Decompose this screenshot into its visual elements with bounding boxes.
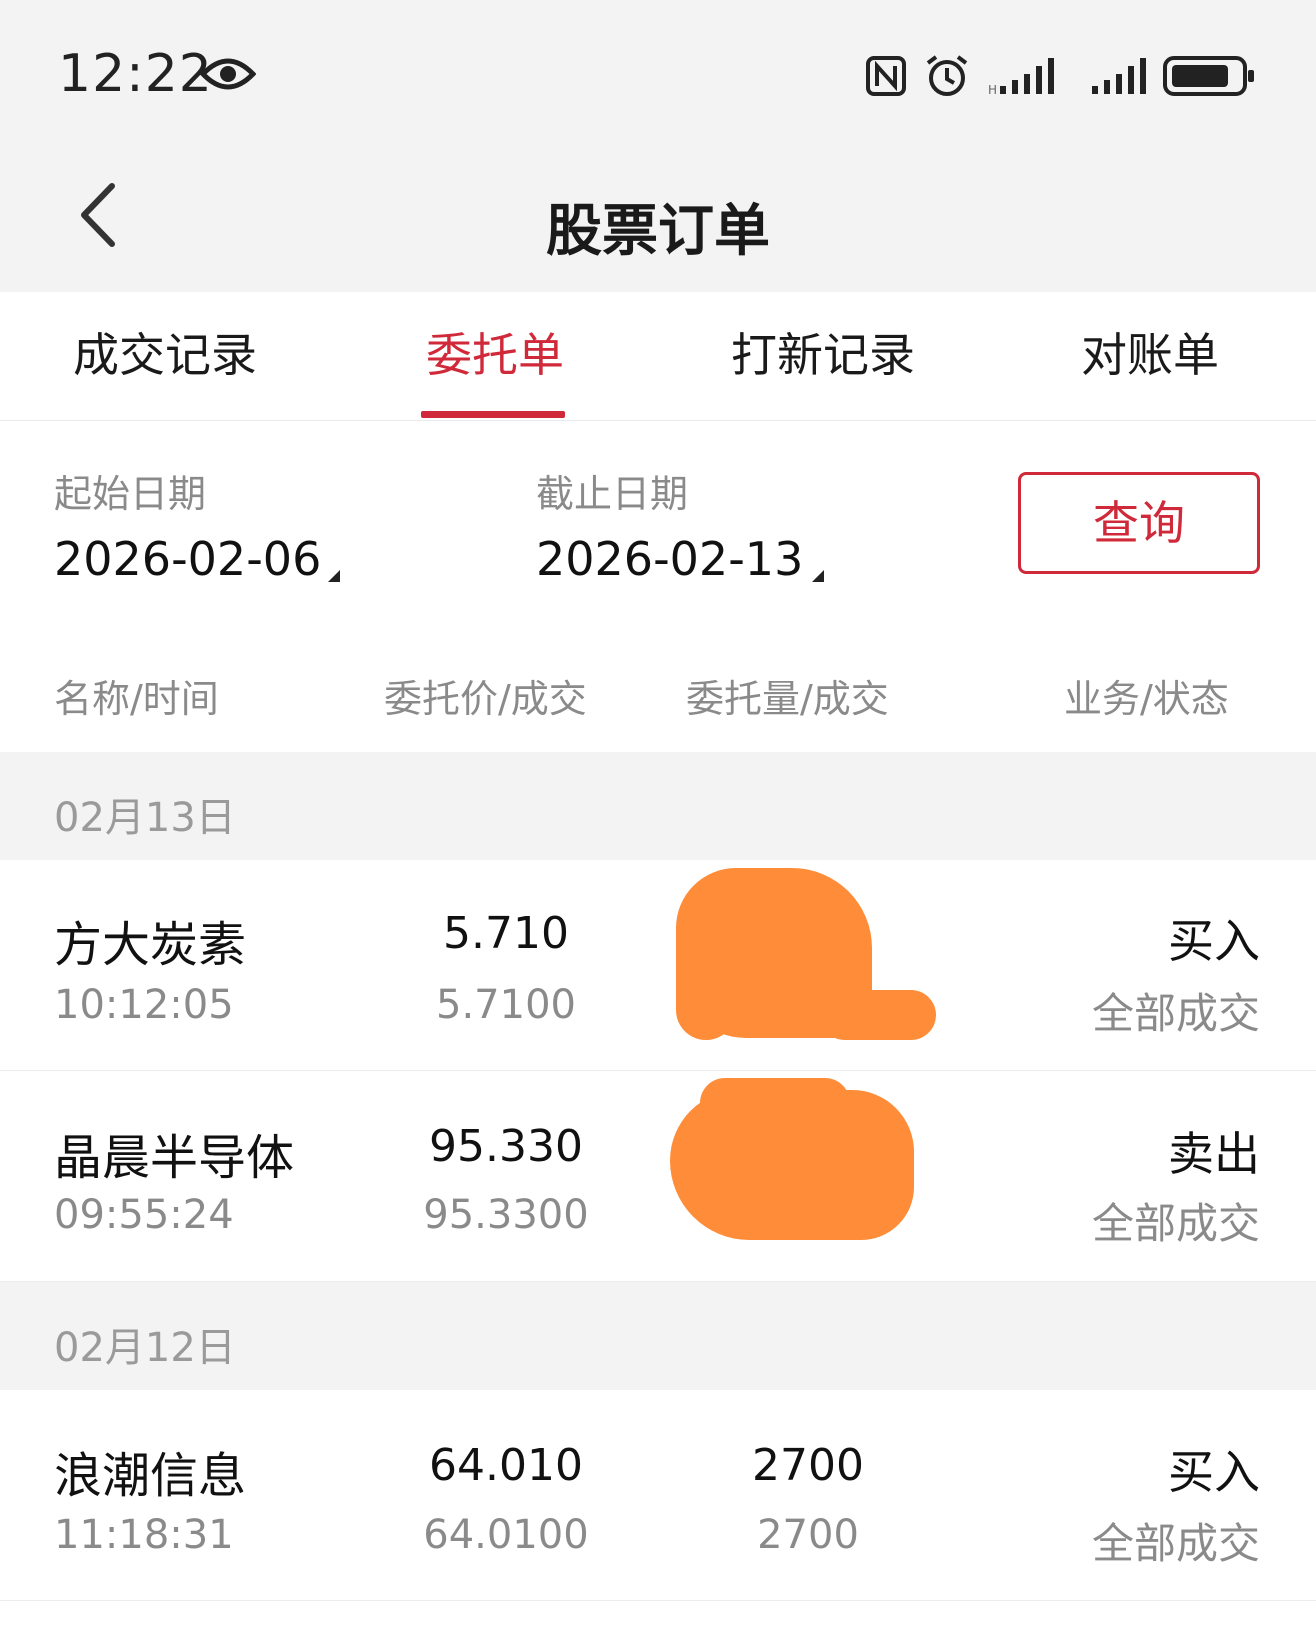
group-date: 02月13日 — [54, 795, 236, 841]
alarm-icon — [926, 55, 968, 96]
nfc-icon — [866, 56, 906, 96]
deal-price: 5.7100 — [436, 982, 576, 1028]
page-title: 股票订单 — [546, 199, 770, 264]
deal-price: 95.3300 — [423, 1192, 589, 1238]
stock-name: 浪潮信息 — [54, 1448, 247, 1504]
order-time: 09:55:24 — [54, 1192, 234, 1238]
order-time: 11:18:31 — [54, 1512, 234, 1558]
tab-trade-records[interactable]: 成交记录 — [50, 325, 280, 385]
stock-name: 方大炭素 — [54, 917, 247, 973]
order-status: 全部成交 — [1091, 1519, 1260, 1568]
group-date: 02月12日 — [54, 1325, 236, 1371]
dropdown-corner-icon — [328, 570, 340, 582]
order-type: 卖出 — [1168, 1127, 1260, 1181]
tab-entrust-orders[interactable]: 委托单 — [405, 325, 585, 385]
deal-quantity: 2700 — [757, 1512, 859, 1558]
battery-icon — [1163, 56, 1254, 96]
end-date-label: 截止日期 — [536, 472, 689, 516]
order-status: 全部成交 — [1091, 989, 1260, 1038]
signal-strength-icon-2 — [1092, 58, 1146, 94]
column-header-quantity: 委托量/成交 — [686, 677, 889, 721]
entrust-price: 5.710 — [443, 908, 569, 959]
dropdown-corner-icon — [812, 570, 824, 582]
eye-icon — [200, 58, 256, 90]
entrust-quantity: 2700 — [752, 1440, 864, 1491]
query-button[interactable]: 查询 — [1018, 472, 1260, 574]
redaction-scribble — [820, 990, 936, 1040]
entrust-price: 95.330 — [429, 1121, 583, 1172]
active-tab-indicator — [421, 411, 565, 418]
tab-statement[interactable]: 对账单 — [1060, 325, 1240, 385]
column-header-business-status: 业务/状态 — [1064, 677, 1229, 721]
entrust-price: 64.010 — [429, 1440, 583, 1491]
end-date-picker[interactable]: 2026-02-13 — [536, 532, 803, 586]
signal-strength-icon: H — [988, 58, 1054, 96]
tab-ipo-records[interactable]: 打新记录 — [714, 325, 932, 385]
order-time: 10:12:05 — [54, 982, 234, 1028]
column-header-price: 委托价/成交 — [384, 677, 587, 721]
order-status: 全部成交 — [1091, 1199, 1260, 1248]
deal-price: 64.0100 — [423, 1512, 589, 1558]
column-header-name-time: 名称/时间 — [54, 677, 219, 721]
order-type: 买入 — [1168, 914, 1260, 968]
redaction-scribble — [700, 1078, 850, 1128]
start-date-picker[interactable]: 2026-02-06 — [54, 532, 321, 586]
status-time: 12:22 — [58, 44, 213, 104]
order-type: 买入 — [1168, 1445, 1260, 1499]
start-date-label: 起始日期 — [54, 472, 207, 516]
stock-name: 晶晨半导体 — [54, 1130, 295, 1186]
redaction-scribble — [676, 930, 736, 1040]
svg-text:H: H — [988, 83, 997, 96]
